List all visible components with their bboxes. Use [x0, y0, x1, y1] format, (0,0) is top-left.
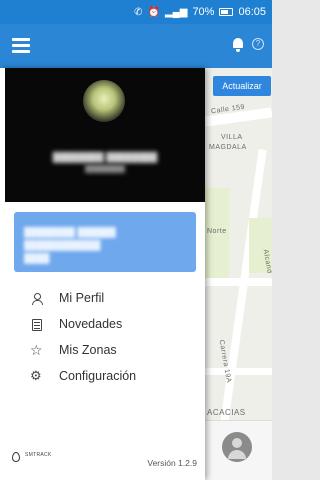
menu-item-configuracion[interactable]: ⚙ Configuración — [0, 364, 205, 390]
update-button[interactable]: Actualizar — [213, 76, 271, 96]
map-view[interactable]: Calle 159 VILLA MAGDALA Norte Alcand Car… — [205, 68, 272, 480]
menu-item-label: Mis Zonas — [59, 343, 117, 357]
signal-icon: ▂▄▆ — [164, 6, 188, 18]
app-version: Versión 1.2.9 — [147, 458, 197, 468]
brand-name: SMTRACK — [25, 452, 52, 458]
menu-item-novedades[interactable]: Novedades — [0, 312, 205, 338]
news-icon — [32, 319, 42, 331]
help-icon[interactable]: ? — [252, 38, 264, 50]
nfc-icon: ✆ — [134, 6, 143, 18]
drawer-header: ████████ ████████ ████████ — [5, 68, 205, 202]
map-label: Norte — [207, 228, 227, 235]
avatar[interactable] — [222, 432, 252, 462]
battery-icon — [219, 8, 234, 16]
menu-item-mi-perfil[interactable]: Mi Perfil — [0, 286, 205, 312]
user-name-blurred: ████████ ████████ — [52, 152, 158, 162]
drawer-footer: SMTRACK Versión 1.2.9 — [0, 444, 205, 480]
clock: 06:05 — [238, 6, 266, 18]
status-bar: ✆ ⏰ ▂▄▆ 70% 06:05 — [0, 0, 272, 24]
map-label: ACACIAS — [207, 408, 246, 417]
user-role-blurred: ████████ — [85, 166, 125, 173]
school-card[interactable]: ████████ ██████ ████████████ ████ — [14, 212, 196, 272]
school-name-blurred: ████████ ██████ ████████████ ████ — [24, 227, 116, 263]
profile-photo[interactable] — [83, 80, 125, 122]
battery-percent: 70% — [192, 6, 215, 18]
menu-icon[interactable] — [12, 38, 30, 53]
bell-icon[interactable] — [232, 38, 244, 52]
menu-item-label: Mi Perfil — [59, 291, 105, 305]
person-icon — [30, 292, 44, 306]
map-label: MAGDALA — [209, 144, 247, 151]
app-bar: ? — [0, 24, 272, 68]
menu-item-label: Configuración — [59, 369, 137, 383]
map-label: VILLA — [221, 134, 243, 141]
menu-item-mis-zonas[interactable]: ☆ Mis Zonas — [0, 338, 205, 364]
navigation-drawer: ████████ ████████ ████████ ████████ ████… — [0, 68, 205, 480]
gear-icon: ⚙ — [30, 369, 42, 384]
alarm-icon: ⏰ — [147, 6, 160, 18]
star-icon: ☆ — [30, 343, 43, 359]
drawer-menu: Mi Perfil Novedades ☆ Mis Zonas ⚙ Config… — [0, 286, 205, 390]
menu-item-label: Novedades — [59, 317, 123, 331]
brand-logo-icon — [12, 452, 20, 462]
